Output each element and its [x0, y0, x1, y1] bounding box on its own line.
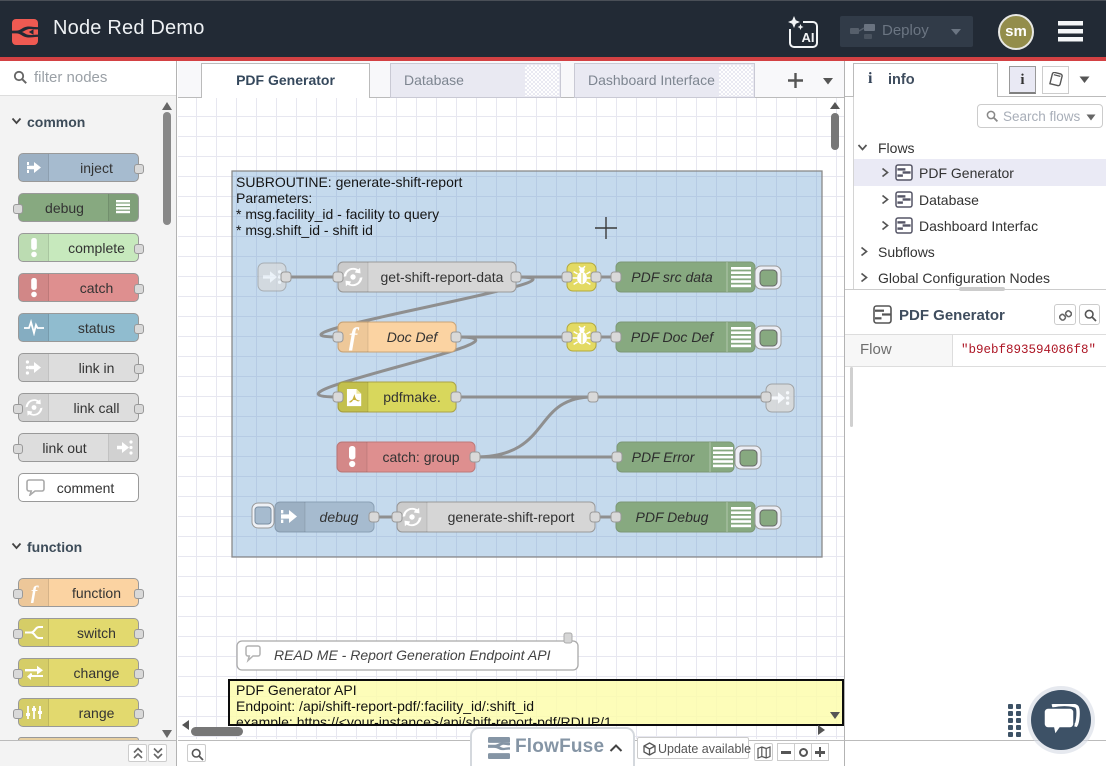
svg-text:Doc Def: Doc Def: [387, 329, 440, 345]
svg-text:get-shift-report-data: get-shift-report-data: [381, 269, 504, 285]
svg-text:* msg.facility_id - facility t: * msg.facility_id - facility to query: [236, 206, 439, 222]
svg-text:SUBROUTINE: generate-shift-rep: SUBROUTINE: generate-shift-report: [236, 174, 463, 190]
svg-text:catch: group: catch: group: [382, 449, 459, 465]
svg-text:pdfmake.: pdfmake.: [383, 389, 441, 405]
svg-text:PDF Debug: PDF Debug: [636, 509, 709, 525]
svg-text:Parameters:: Parameters:: [236, 190, 312, 206]
svg-text:READ ME - Report Generation En: READ ME - Report Generation Endpoint API: [274, 647, 551, 663]
svg-text:PDF Doc Def: PDF Doc Def: [631, 329, 715, 345]
svg-text:PDF Generator API: PDF Generator API: [236, 682, 357, 698]
svg-text:AI: AI: [802, 30, 815, 45]
svg-text:debug: debug: [320, 509, 359, 525]
svg-text:generate-shift-report: generate-shift-report: [448, 509, 575, 525]
svg-text:PDF Error: PDF Error: [632, 449, 696, 465]
svg-text:* msg.shift_id - shift id: * msg.shift_id - shift id: [236, 222, 373, 238]
svg-text:Endpoint: /api/shift-report-pd: Endpoint: /api/shift-report-pdf/:facilit…: [236, 698, 534, 714]
svg-text:PDF src data: PDF src data: [631, 269, 713, 285]
